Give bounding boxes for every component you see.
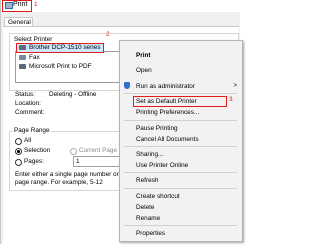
page-range-label: Page Range bbox=[13, 127, 51, 134]
menu-separator bbox=[124, 172, 237, 173]
printer-item-pdf[interactable]: Microsoft Print to PDF bbox=[29, 63, 92, 70]
menu-set-default-printer[interactable]: Set as Default Printer bbox=[136, 98, 197, 105]
radio-pages-label: Pages: bbox=[24, 158, 44, 165]
menu-properties[interactable]: Properties bbox=[136, 230, 165, 237]
menu-delete[interactable]: Delete bbox=[136, 204, 154, 211]
menu-separator bbox=[124, 93, 237, 94]
callout-2: 2 bbox=[106, 31, 110, 38]
printer-icon bbox=[19, 45, 26, 50]
callout-3: 3 bbox=[229, 96, 233, 103]
status-label: Status: bbox=[15, 91, 35, 98]
menu-separator bbox=[124, 188, 237, 189]
pages-input[interactable]: 1 bbox=[73, 156, 125, 167]
menu-separator bbox=[124, 146, 237, 147]
status-value: Deleting - Offline bbox=[49, 91, 97, 98]
menu-cancel-all[interactable]: Cancel All Documents bbox=[136, 136, 199, 143]
printer-item-fax[interactable]: Fax bbox=[29, 54, 40, 61]
context-menu: Print Open Run as administrator > Set as… bbox=[119, 40, 243, 242]
menu-refresh[interactable]: Refresh bbox=[136, 177, 158, 184]
fax-icon bbox=[19, 55, 26, 60]
radio-selection-label: Selection bbox=[24, 147, 51, 154]
menu-separator bbox=[124, 120, 237, 121]
pdf-printer-icon bbox=[19, 64, 26, 69]
menu-use-online[interactable]: Use Printer Online bbox=[136, 162, 188, 169]
submenu-arrow-icon: > bbox=[233, 83, 237, 89]
menu-printing-preferences[interactable]: Printing Preferences... bbox=[136, 109, 199, 116]
tab-general-label: General bbox=[8, 19, 31, 26]
shield-icon bbox=[124, 82, 130, 89]
menu-pause-printing[interactable]: Pause Printing bbox=[136, 125, 178, 132]
menu-open[interactable]: Open bbox=[136, 67, 152, 74]
callout-1: 1 bbox=[34, 1, 38, 8]
window-title: Print bbox=[13, 1, 28, 8]
printer-item-brother[interactable]: Brother DCP-1510 series bbox=[29, 44, 100, 51]
menu-sharing[interactable]: Sharing... bbox=[136, 151, 163, 158]
printer-app-icon bbox=[5, 2, 13, 9]
menu-create-shortcut[interactable]: Create shortcut bbox=[136, 193, 180, 200]
pages-input-value: 1 bbox=[76, 158, 80, 165]
location-label: Location: bbox=[15, 100, 41, 107]
menu-print[interactable]: Print bbox=[136, 52, 151, 59]
radio-all[interactable] bbox=[15, 138, 22, 145]
comment-label: Comment: bbox=[15, 109, 45, 116]
page-range-hint-2: page range. For example, 5-12 bbox=[15, 179, 103, 186]
radio-all-label: All bbox=[24, 137, 32, 144]
radio-current-page[interactable] bbox=[70, 148, 77, 155]
radio-current-page-label: Current Page bbox=[79, 147, 118, 154]
menu-rename[interactable]: Rename bbox=[136, 215, 160, 222]
menu-run-as-admin[interactable]: Run as administrator bbox=[136, 83, 195, 90]
menu-separator bbox=[124, 225, 237, 226]
select-printer-label: Select Printer bbox=[13, 36, 54, 43]
radio-pages[interactable] bbox=[15, 159, 22, 166]
radio-selection[interactable] bbox=[15, 148, 22, 155]
